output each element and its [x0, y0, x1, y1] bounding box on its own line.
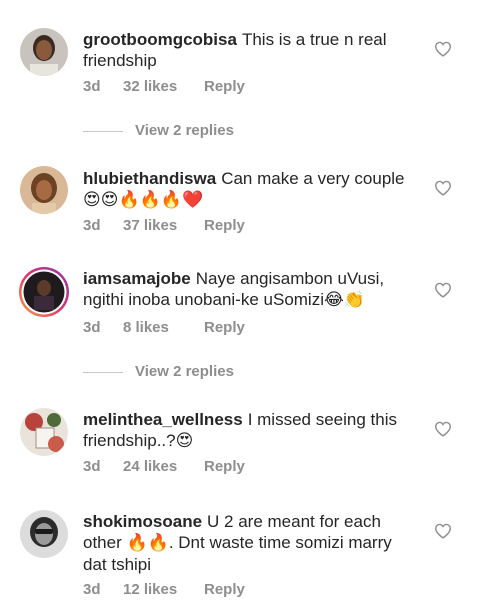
heart-outline-icon[interactable]: [434, 282, 452, 298]
comment-meta: 3d 8 likes Reply: [83, 319, 245, 336]
likes-count[interactable]: 37 likes: [123, 217, 204, 234]
comment-username[interactable]: melinthea_wellness: [83, 410, 243, 429]
comment-text: hlubiethandiswa Can make a very couple 😍😍…: [83, 168, 413, 211]
comment-username[interactable]: iamsamajobe: [83, 269, 191, 288]
avatar[interactable]: [20, 166, 68, 214]
heart-outline-icon[interactable]: [434, 523, 452, 539]
comment-emoji: 😂👏: [324, 290, 366, 310]
comment-meta: 3d 37 likes Reply: [83, 217, 245, 234]
avatar[interactable]: [18, 266, 70, 318]
divider: [83, 130, 123, 132]
likes-count[interactable]: 8 likes: [123, 319, 204, 336]
avatar[interactable]: [20, 510, 68, 558]
comment-text: grootboomgcobisa This is a true n real fr…: [83, 29, 413, 71]
view-replies-label: View 2 replies: [135, 122, 234, 139]
avatar[interactable]: [20, 28, 68, 76]
view-replies-label: View 2 replies: [135, 363, 234, 380]
comment-body: Can make a very couple: [221, 169, 405, 188]
comment-time: 3d: [83, 319, 101, 336]
comment-meta: 3d 12 likes Reply: [83, 581, 245, 598]
reply-button[interactable]: Reply: [204, 458, 245, 475]
reply-button[interactable]: Reply: [204, 319, 245, 336]
comment-time: 3d: [83, 458, 101, 475]
likes-count[interactable]: 24 likes: [123, 458, 204, 475]
comment-emoji: 🔥🔥: [126, 533, 169, 553]
heart-outline-icon[interactable]: [434, 421, 452, 437]
comment-time: 3d: [83, 217, 101, 234]
comment-meta: 3d 32 likes Reply: [83, 78, 245, 95]
comment-username[interactable]: grootboomgcobisa: [83, 30, 237, 49]
view-replies-button[interactable]: View 2 replies: [83, 363, 234, 380]
comment-username[interactable]: shokimosoane: [83, 512, 202, 531]
comment-emoji: 😍😍🔥🔥🔥❤️: [83, 190, 204, 210]
comment-emoji: 😍: [175, 431, 194, 451]
comment-username[interactable]: hlubiethandiswa: [83, 169, 216, 188]
comment-text: shokimosoane U 2 are meant for each other…: [83, 511, 413, 575]
view-replies-button[interactable]: View 2 replies: [83, 122, 234, 139]
comment-text: iamsamajobe Naye angisambon uVusi, ngithi…: [83, 268, 413, 311]
avatar[interactable]: [20, 408, 68, 456]
heart-outline-icon[interactable]: [434, 180, 452, 196]
comment-time: 3d: [83, 581, 101, 598]
heart-outline-icon[interactable]: [434, 41, 452, 57]
reply-button[interactable]: Reply: [204, 217, 245, 234]
comment-meta: 3d 24 likes Reply: [83, 458, 245, 475]
reply-button[interactable]: Reply: [204, 78, 245, 95]
reply-button[interactable]: Reply: [204, 581, 245, 598]
comment-time: 3d: [83, 78, 101, 95]
comment-text: melinthea_wellness I missed seeing this f…: [83, 409, 413, 452]
likes-count[interactable]: 32 likes: [123, 78, 204, 95]
likes-count[interactable]: 12 likes: [123, 581, 204, 598]
divider: [83, 371, 123, 373]
